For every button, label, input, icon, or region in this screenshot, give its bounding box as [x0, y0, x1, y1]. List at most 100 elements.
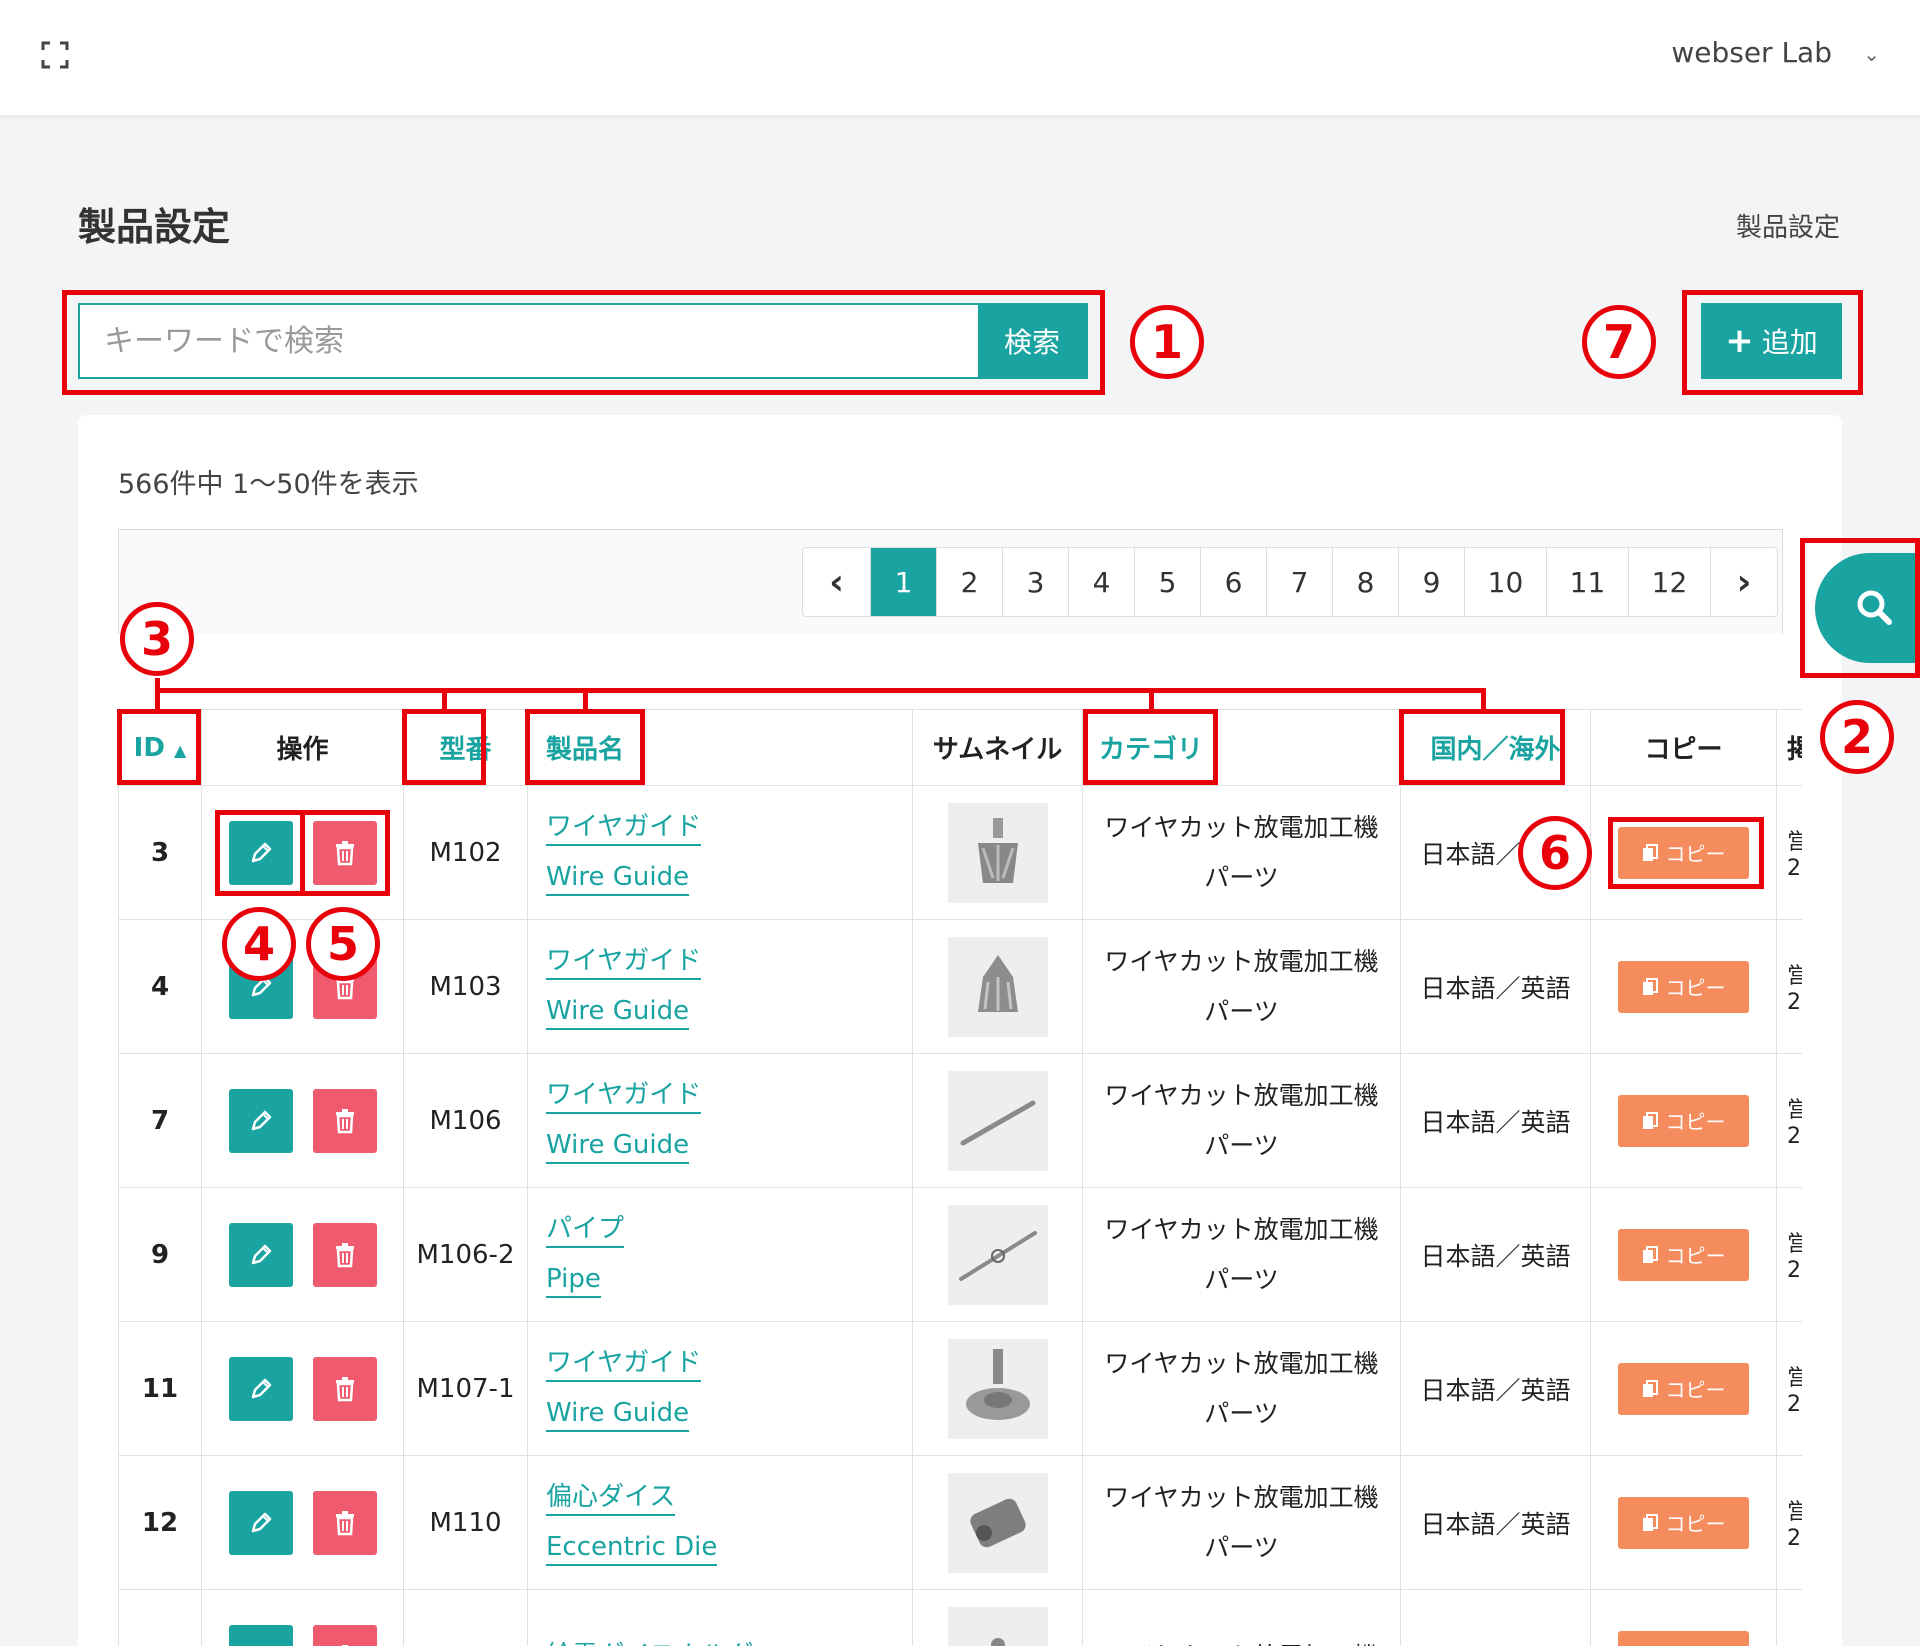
col-header-region[interactable]: 国内／海外 — [1400, 709, 1591, 786]
cell-copy: コピー — [1590, 1321, 1777, 1456]
table-row: 9 M106-2 パイプ Pipe ワイヤカット放電加工機 パーツ 日本語／英語 コピー営 2 — [118, 1187, 1802, 1322]
annotation-marker: 6 — [1518, 816, 1592, 890]
pagination-page[interactable]: 12 — [1629, 548, 1711, 616]
pencil-icon — [251, 1378, 271, 1398]
delete-button[interactable] — [312, 1222, 377, 1287]
col-header-category[interactable]: カテゴリ — [1082, 709, 1401, 786]
cell-category: ワイヤカット放電加工機 パーツ — [1082, 1455, 1401, 1590]
pagination-next[interactable]: › — [1711, 548, 1777, 616]
breadcrumb[interactable]: 製品設定 — [1736, 207, 1840, 244]
delete-button[interactable] — [312, 1356, 377, 1421]
category-line-2: パーツ — [1204, 862, 1279, 892]
pagination-page[interactable]: 9 — [1399, 548, 1465, 616]
pagination-page[interactable]: 11 — [1547, 548, 1629, 616]
pagination-page[interactable]: 7 — [1267, 548, 1333, 616]
cell-id — [118, 1589, 202, 1646]
cell-cut: 営2 — [1776, 1455, 1802, 1590]
pagination-page[interactable]: 8 — [1333, 548, 1399, 616]
cell-cut: 営2 — [1776, 1053, 1802, 1188]
product-thumbnail[interactable] — [947, 1606, 1048, 1646]
edit-button[interactable] — [228, 1088, 293, 1153]
col-header-name[interactable]: 製品名 — [527, 709, 913, 786]
copy-icon — [1642, 843, 1658, 861]
product-name-en-link[interactable]: Pipe — [546, 1262, 601, 1298]
cell-thumbnail — [912, 785, 1083, 920]
cell-id: 7 — [118, 1053, 202, 1188]
pagination-page[interactable]: 2 — [937, 548, 1003, 616]
col-header-actions: 操作 — [201, 709, 404, 786]
product-name-ja-link[interactable]: 偏心ダイス — [546, 1480, 676, 1516]
copy-button[interactable]: コピー — [1618, 1630, 1749, 1646]
cell-category: ワイヤカット放電加工機 パーツ — [1082, 1321, 1401, 1456]
cell-name: 給電ダイスホルダ — [527, 1589, 913, 1646]
copy-button[interactable]: コピー — [1618, 826, 1749, 879]
copy-button[interactable]: コピー — [1618, 1228, 1749, 1281]
cell-copy: コピー — [1590, 1589, 1777, 1646]
product-thumbnail[interactable] — [947, 936, 1048, 1037]
product-name-ja-link[interactable]: ワイヤガイド — [546, 1346, 702, 1382]
category-line-2: パーツ — [1204, 996, 1279, 1026]
edit-button[interactable] — [228, 1624, 293, 1646]
cell-category: ワイヤカット放電加工機 パーツ — [1082, 785, 1401, 920]
pagination-page[interactable]: 4 — [1069, 548, 1135, 616]
cell-model — [403, 1589, 528, 1646]
product-name-ja-link[interactable]: ワイヤガイド — [546, 1078, 702, 1114]
cut-line-2: 2 — [1787, 856, 1801, 881]
user-menu-name[interactable]: webser Lab — [1671, 36, 1832, 69]
product-thumbnail[interactable] — [947, 802, 1048, 903]
pagination-page[interactable]: 5 — [1135, 548, 1201, 616]
product-name-en-link[interactable]: Wire Guide — [546, 994, 690, 1030]
copy-button[interactable]: コピー — [1618, 1496, 1749, 1549]
cell-category: ワイヤカット放電加工機 パーツ — [1082, 1187, 1401, 1322]
category-line-1: ワイヤカット放電加工機 — [1104, 946, 1379, 976]
pagination-page[interactable]: 3 — [1003, 548, 1069, 616]
pagination-page[interactable]: 1 — [871, 548, 937, 616]
col-header-copy: コピー — [1590, 709, 1777, 786]
edit-button[interactable] — [228, 1222, 293, 1287]
cell-cut: 営2 — [1776, 919, 1802, 1054]
product-name-ja-link[interactable]: ワイヤガイド — [546, 944, 702, 980]
search-input[interactable] — [80, 305, 978, 377]
copy-button[interactable]: コピー — [1618, 960, 1749, 1013]
col-header-id[interactable]: ID ▲ — [118, 709, 202, 786]
cell-name: ワイヤガイド Wire Guide — [527, 785, 913, 920]
delete-button[interactable] — [312, 1624, 377, 1646]
copy-button[interactable]: コピー — [1618, 1094, 1749, 1147]
pagination-page[interactable]: 6 — [1201, 548, 1267, 616]
product-name-en-link[interactable]: Wire Guide — [546, 1396, 690, 1432]
edit-button[interactable] — [228, 820, 293, 885]
trash-icon — [335, 1242, 354, 1267]
category-line-2: パーツ — [1204, 1532, 1279, 1562]
delete-button[interactable] — [312, 820, 377, 885]
floating-search-button[interactable] — [1815, 553, 1920, 663]
copy-icon — [1642, 977, 1658, 995]
product-name-ja-link[interactable]: パイプ — [546, 1212, 625, 1248]
col-header-model[interactable]: 型番 — [403, 709, 528, 786]
product-name-en-link[interactable]: Eccentric Die — [546, 1530, 718, 1566]
product-name-ja-link[interactable]: 給電ダイスホルダ — [546, 1639, 753, 1646]
top-bar: webser Lab ⌄ — [0, 0, 1920, 115]
product-name-en-link[interactable]: Wire Guide — [546, 860, 690, 896]
product-name-ja-link[interactable]: ワイヤガイド — [546, 810, 702, 846]
edit-button[interactable] — [228, 1490, 293, 1555]
search-icon — [1857, 590, 1892, 625]
copy-button[interactable]: コピー — [1618, 1362, 1749, 1415]
product-thumbnail[interactable] — [947, 1472, 1048, 1573]
delete-button[interactable] — [312, 1088, 377, 1153]
chevron-down-icon[interactable]: ⌄ — [1863, 42, 1880, 66]
edit-button[interactable] — [228, 1356, 293, 1421]
cell-thumbnail — [912, 919, 1083, 1054]
cell-thumbnail — [912, 1589, 1083, 1646]
delete-button[interactable] — [312, 1490, 377, 1555]
cell-category: ワイヤカット放電加工機 パーツ — [1082, 1053, 1401, 1188]
product-thumbnail[interactable] — [947, 1204, 1048, 1305]
product-thumbnail[interactable] — [947, 1338, 1048, 1439]
add-button[interactable]: + 追加 — [1701, 303, 1842, 379]
cell-region: 日本語／英語 — [1400, 919, 1591, 1054]
product-thumbnail[interactable] — [947, 1070, 1048, 1171]
pagination-page[interactable]: 10 — [1465, 548, 1547, 616]
search-button[interactable]: 検索 — [978, 305, 1086, 377]
pagination-prev[interactable]: ‹ — [803, 548, 871, 616]
expand-icon[interactable] — [40, 40, 70, 70]
product-name-en-link[interactable]: Wire Guide — [546, 1128, 690, 1164]
